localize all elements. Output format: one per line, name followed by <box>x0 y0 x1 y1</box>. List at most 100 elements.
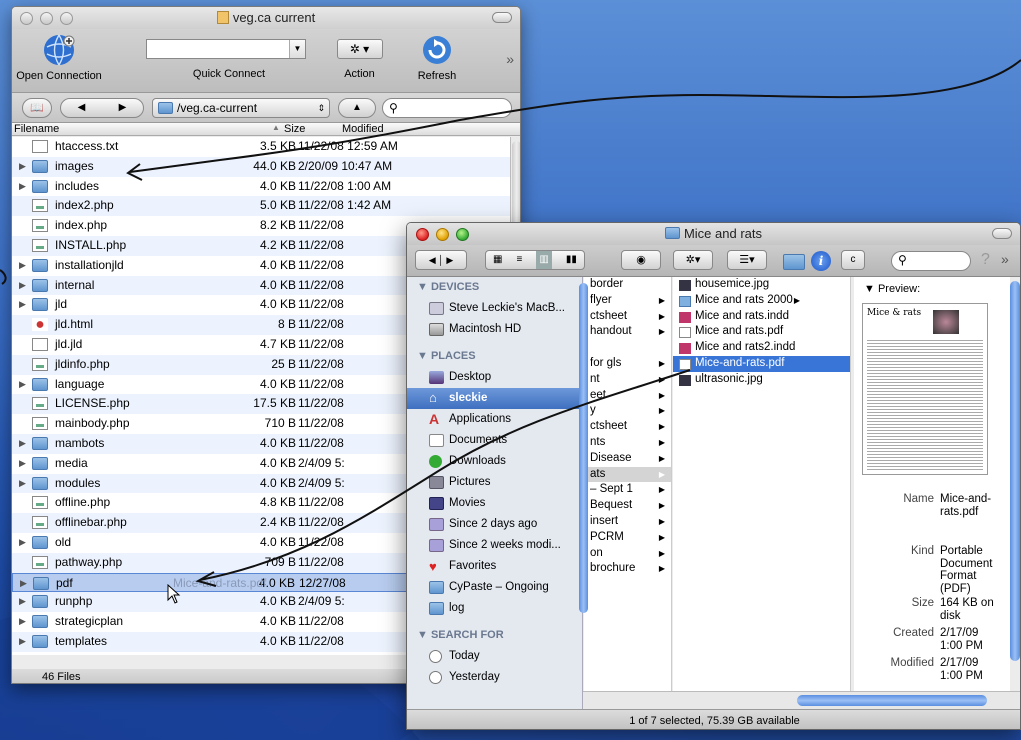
search-input[interactable]: ⚲ <box>382 98 512 118</box>
file-row[interactable]: htaccess.txt 3.5 KB 11/22/08 12:59 AM <box>12 137 510 157</box>
minimize-button[interactable] <box>40 12 53 25</box>
sidebar-item-downloads[interactable]: Downloads <box>407 451 582 472</box>
back-forward-buttons[interactable]: ◀ │ ▶ <box>415 250 467 270</box>
toolbar-toggle-button[interactable] <box>992 228 1012 239</box>
refresh-button[interactable]: Refresh <box>407 33 467 82</box>
chevron-down-icon[interactable]: ▼ <box>289 40 305 58</box>
view-buttons[interactable]: ▦ ≡ ▥ ▮▮ <box>485 250 585 270</box>
column-item[interactable]: border <box>584 277 671 293</box>
column-item[interactable]: ultrasonic.jpg <box>673 372 850 388</box>
list-view-icon[interactable]: ≡ <box>517 251 523 269</box>
sidebar-item-favorites[interactable]: ♥ Favorites <box>407 556 582 577</box>
sidebar-item-since-2-days[interactable]: Since 2 days ago <box>407 514 582 535</box>
ftp-titlebar[interactable]: veg.ca current <box>12 7 520 29</box>
search-input[interactable]: ⚲ <box>891 251 971 271</box>
column-item[interactable]: on ▶ <box>584 546 671 562</box>
zoom-button[interactable] <box>456 228 469 241</box>
column-item[interactable]: Bequest ▶ <box>584 498 671 514</box>
column-item[interactable]: – Sept 1 ▶ <box>584 482 671 498</box>
disclosure-triangle-icon[interactable]: ▶ <box>19 375 26 394</box>
open-connection-button[interactable]: Open Connection <box>14 33 104 82</box>
overflow-chevron-icon[interactable]: » <box>1001 251 1009 267</box>
finder-titlebar[interactable]: Mice and rats <box>407 223 1020 245</box>
column-item[interactable]: Mice and rats 2000 ▶ <box>673 293 850 309</box>
zoom-button[interactable] <box>60 12 73 25</box>
column-item[interactable]: housemice.jpg <box>673 277 850 293</box>
icon-view-icon[interactable]: ▦ <box>493 251 502 269</box>
column-item[interactable]: flyer ▶ <box>584 293 671 309</box>
toolbar-toggle-button[interactable] <box>492 12 512 23</box>
column-item[interactable]: brochure ▶ <box>584 561 671 577</box>
sidebar-item-sleckie[interactable]: ⌂ sleckie <box>407 388 582 409</box>
disclosure-triangle-icon[interactable]: ▶ <box>20 574 27 593</box>
column-item[interactable]: nt ▶ <box>584 372 671 388</box>
path-button[interactable]: c <box>841 250 865 270</box>
column-item[interactable]: handout ▶ <box>584 324 671 340</box>
coverflow-view-icon[interactable]: ▮▮ <box>566 251 577 269</box>
sidebar-item-pictures[interactable]: Pictures <box>407 472 582 493</box>
disclosure-triangle-icon[interactable]: ▶ <box>19 434 26 453</box>
sidebar-item-desktop[interactable]: Desktop <box>407 367 582 388</box>
path-select[interactable]: /veg.ca-current ⇕ <box>152 98 330 118</box>
size-column-header[interactable]: Size <box>284 123 305 135</box>
disclosure-triangle-icon[interactable]: ▶ <box>19 276 26 295</box>
overflow-chevron-icon[interactable]: » <box>506 51 514 67</box>
file-row[interactable]: ▶ includes 4.0 KB 11/22/08 1:00 AM <box>12 176 510 197</box>
column-item[interactable]: for gls ▶ <box>584 356 671 372</box>
preview-scrollbar[interactable] <box>1010 281 1020 661</box>
column-item[interactable]: ats ▶ <box>584 466 671 483</box>
column-item[interactable]: Disease ▶ <box>584 451 671 467</box>
disclosure-triangle-icon[interactable]: ▶ <box>19 533 26 552</box>
horizontal-scroll-thumb[interactable] <box>797 695 987 706</box>
column-item[interactable] <box>584 340 671 356</box>
sidebar-item-yesterday[interactable]: Yesterday <box>407 667 582 688</box>
action-button[interactable]: ✲ ▾ Action <box>332 39 387 80</box>
minimize-button[interactable] <box>436 228 449 241</box>
info-icon[interactable]: i <box>811 251 831 271</box>
column-item[interactable]: Mice and rats.indd <box>673 309 850 325</box>
sidebar-item-log[interactable]: log <box>407 598 582 619</box>
action-button[interactable]: ✲▾ <box>673 250 713 270</box>
file-row[interactable]: index2.php 5.0 KB 11/22/08 1:42 AM <box>12 196 510 217</box>
modified-column-header[interactable]: Modified <box>342 123 384 135</box>
close-button[interactable] <box>20 12 33 25</box>
horizontal-scrollbar[interactable] <box>583 691 1020 709</box>
disclosure-triangle-icon[interactable]: ▶ <box>19 177 26 196</box>
disclosure-triangle-icon[interactable]: ▶ <box>19 295 26 314</box>
column-item[interactable]: eet ▶ <box>584 388 671 404</box>
forward-arrow-icon[interactable]: ▶ <box>119 99 127 117</box>
column-item[interactable]: nts ▶ <box>584 435 671 451</box>
column-1-scrollbar[interactable] <box>579 283 588 613</box>
filename-column-header[interactable]: Filename <box>14 123 59 135</box>
sidebar-item-macintosh-hd[interactable]: Macintosh HD <box>407 319 582 340</box>
sidebar-item-cypaste[interactable]: CyPaste – Ongoing <box>407 577 582 598</box>
sidebar-item-applications[interactable]: A Applications <box>407 409 582 430</box>
column-view-icon[interactable]: ▥ <box>536 251 552 269</box>
column-item[interactable]: Mice-and-rats.pdf <box>673 355 850 372</box>
bookmarks-button[interactable]: 📖 <box>22 98 52 118</box>
column-item[interactable]: ctsheet ▶ <box>584 309 671 325</box>
column-item[interactable]: PCRM ▶ <box>584 530 671 546</box>
disclosure-triangle-icon[interactable]: ▶ <box>19 474 26 493</box>
disclosure-triangle-icon[interactable]: ▶ <box>19 454 26 473</box>
column-item[interactable]: insert ▶ <box>584 514 671 530</box>
sidebar-item-since-2-weeks[interactable]: Since 2 weeks modi... <box>407 535 582 556</box>
quick-connect-input[interactable]: ▼ <box>146 39 306 59</box>
column-item[interactable]: Mice and rats2.indd <box>673 340 850 356</box>
sidebar-item-documents[interactable]: Documents <box>407 430 582 451</box>
new-folder-icon[interactable] <box>783 254 805 270</box>
quick-look-button[interactable]: ◉ <box>621 250 661 270</box>
file-row[interactable]: ▶ images 44.0 KB 2/20/09 10:47 AM <box>12 156 510 177</box>
column-item[interactable]: ctsheet ▶ <box>584 419 671 435</box>
sidebar-item-macbook[interactable]: Steve Leckie's MacB... <box>407 298 582 319</box>
disclosure-triangle-icon[interactable]: ▶ <box>19 256 26 275</box>
close-button[interactable] <box>416 228 429 241</box>
parent-dir-button[interactable]: ▲ <box>338 98 376 118</box>
back-arrow-icon[interactable]: ◀ <box>78 99 86 117</box>
column-item[interactable]: y ▶ <box>584 403 671 419</box>
disclosure-triangle-icon[interactable]: ▶ <box>19 592 26 611</box>
disclosure-triangle-icon[interactable]: ▶ <box>19 632 26 651</box>
column-item[interactable]: Mice and rats.pdf <box>673 324 850 340</box>
disclosure-triangle-icon[interactable]: ▶ <box>19 612 26 631</box>
disclosure-triangle-icon[interactable]: ▶ <box>19 157 26 176</box>
